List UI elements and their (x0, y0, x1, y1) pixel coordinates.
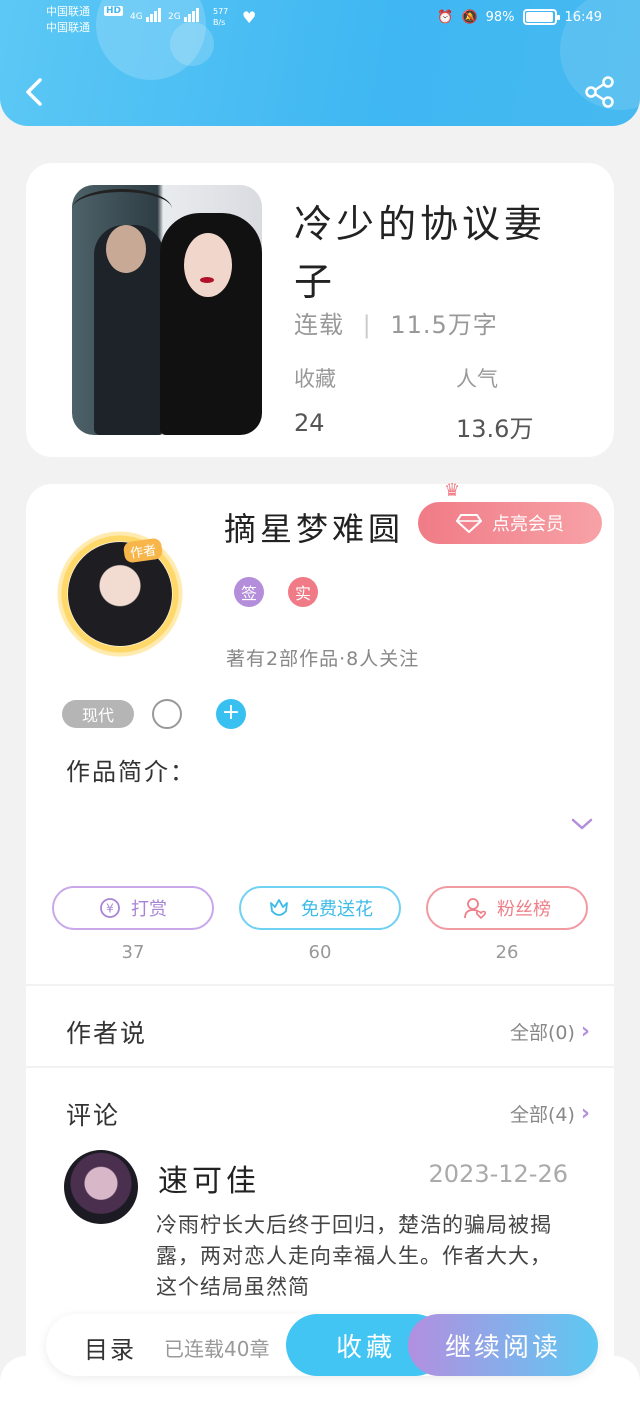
add-tag-button[interactable]: + (216, 699, 246, 729)
fan-ranking-button[interactable]: 粉丝榜 (426, 886, 588, 930)
cover-umbrella (72, 189, 172, 229)
battery-icon (522, 9, 560, 25)
signal-2: 2G (168, 8, 200, 22)
back-button[interactable] (18, 74, 54, 110)
popularity-value: 13.6万 (456, 415, 534, 443)
book-status: 连载 (294, 311, 344, 339)
signal-bars-icon (183, 8, 200, 22)
send-flower-button[interactable]: 免费送花 (239, 886, 401, 930)
commenter-name: 速可佳 (158, 1164, 260, 1199)
comments-title: 评论 (66, 1101, 121, 1130)
badge-verified: 实 (288, 577, 318, 607)
heart-rate-icon: ♥ (242, 8, 257, 27)
book-info-card: 冷少的协议妻子 连载 | 11.5万字 收藏 人气 24 13.6万 (26, 163, 614, 457)
send-flower-label: 免费送花 (301, 899, 373, 920)
clock: 16:49 (564, 9, 602, 25)
user-heart-icon (464, 898, 487, 920)
fans-count: 26 (495, 942, 519, 963)
fan-ranking-label: 粉丝榜 (497, 899, 551, 920)
flower-icon (270, 899, 288, 916)
commenter-avatar[interactable] (64, 1150, 138, 1224)
cover-figure-lips (200, 277, 214, 283)
vip-button[interactable]: 点亮会员 (418, 502, 602, 544)
svg-text:¥: ¥ (106, 902, 114, 916)
tag-circle-button[interactable] (152, 699, 182, 729)
speed-unit: B/s (213, 18, 226, 27)
divider (26, 984, 614, 986)
chevron-down-icon[interactable] (570, 814, 594, 834)
hd-badge: HD (104, 6, 124, 16)
network-speed: 577 B/s (213, 6, 228, 28)
book-cover[interactable] (72, 185, 262, 435)
signal-1: 4G (130, 8, 162, 22)
signal-2-label: 2G (168, 12, 181, 22)
back-arrow-icon (26, 78, 42, 106)
author-says-title: 作者说 (66, 1019, 148, 1048)
comment-date: 2023-12-26 (428, 1160, 568, 1188)
book-word-count: 11.5万字 (390, 311, 498, 339)
status-bar: 中国联通 中国联通 HD 4G 2G 577 B/s ♥ ⏰ 🔕 98% 16:… (0, 0, 640, 44)
favorites-label: 收藏 (294, 367, 336, 391)
carrier-1: 中国联通 (46, 5, 90, 18)
cover-figure-man-head (106, 225, 146, 273)
header: 中国联通 中国联通 HD 4G 2G 577 B/s ♥ ⏰ 🔕 98% 16:… (0, 0, 640, 126)
yuan-coin-icon: ¥ (100, 898, 120, 918)
crown-icon: ♛ (444, 480, 461, 501)
author-stats: 著有2部作品·8人关注 (226, 648, 420, 670)
carrier-2: 中国联通 (46, 21, 90, 34)
genre-tag[interactable]: 现代 (62, 700, 134, 728)
chevron-right-icon: › (580, 1101, 590, 1126)
tip-label: 打赏 (131, 899, 167, 920)
continue-reading-button[interactable]: 继续阅读 (408, 1314, 598, 1376)
author-says-all-link[interactable]: 全部(0) › (510, 1018, 590, 1045)
author-name[interactable]: 摘星梦难圆 (224, 504, 404, 550)
share-button[interactable] (582, 74, 618, 110)
alarm-icon: ⏰ (437, 9, 454, 25)
toc-button[interactable]: 目录 (84, 1330, 136, 1365)
bottom-action-bar: 目录 已连载40章 收藏 继续阅读 (46, 1314, 598, 1376)
tip-button[interactable]: ¥ 打赏 (52, 886, 214, 930)
diamond-icon (456, 514, 482, 533)
author-says-all-label: 全部(0) (510, 1022, 575, 1044)
vip-button-label: 点亮会员 (492, 514, 564, 535)
signal-bars-icon (145, 8, 162, 22)
tip-count: 37 (121, 942, 145, 963)
plus-icon: + (221, 700, 241, 725)
intro-label: 作品简介： (66, 758, 196, 786)
comments-all-label: 全部(4) (510, 1104, 575, 1126)
badge-signed: 签 (234, 577, 264, 607)
popularity-label: 人气 (456, 367, 498, 391)
book-meta: 连载 | 11.5万字 (294, 305, 498, 340)
status-right: ⏰ 🔕 98% 16:49 (437, 9, 602, 25)
share-icon (585, 76, 614, 108)
cover-figure-woman-face (184, 233, 232, 297)
signal-1-label: 4G (130, 12, 143, 22)
carrier-info: 中国联通 中国联通 (46, 4, 90, 36)
meta-separator: | (362, 311, 372, 339)
author-card: 作者 摘星梦难圆 ♛ 点亮会员 签 实 著有2部作品·8人关注 现代 + 作品简… (26, 480, 614, 1422)
speed-value: 577 (213, 7, 229, 16)
comment-text[interactable]: 冷雨柠长大后终于回归，楚浩的骗局被揭露，两对恋人走向幸福人生。作者大大，这个结局… (156, 1210, 564, 1303)
book-title: 冷少的协议妻子 (294, 202, 547, 304)
comments-all-link[interactable]: 全部(4) › (510, 1100, 590, 1127)
flower-count: 60 (308, 942, 332, 963)
chapter-count: 已连载40章 (164, 1337, 270, 1361)
mute-bell-icon: 🔕 (461, 9, 478, 25)
divider (26, 1066, 614, 1068)
battery-percent: 98% (485, 9, 515, 25)
favorites-value: 24 (294, 409, 325, 437)
chevron-right-icon: › (580, 1019, 590, 1044)
